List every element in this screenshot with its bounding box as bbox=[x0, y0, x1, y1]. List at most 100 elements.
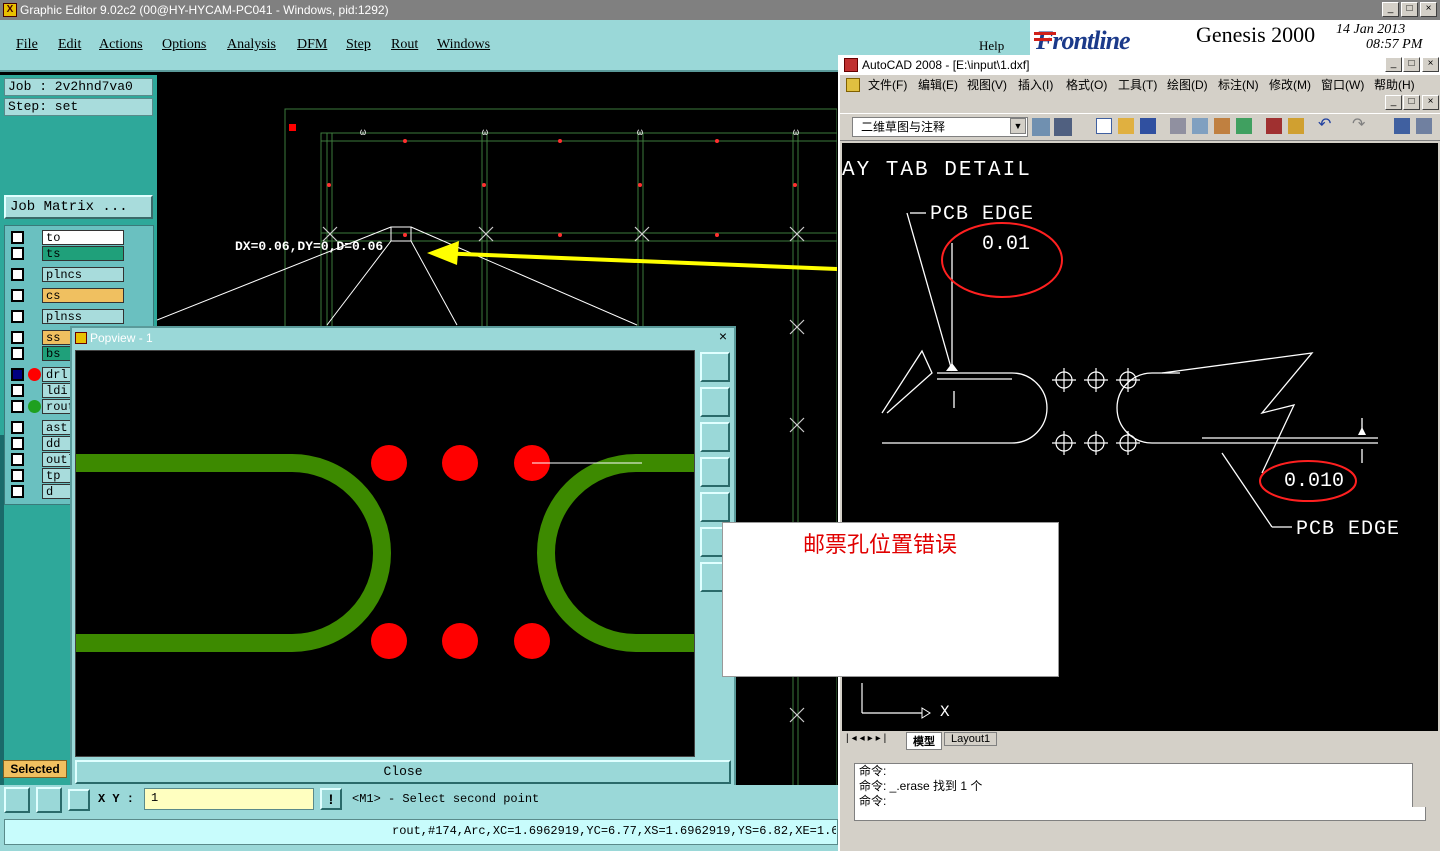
save-icon[interactable] bbox=[1140, 118, 1156, 134]
zoom-home-button[interactable] bbox=[700, 352, 730, 382]
layer-checkbox[interactable] bbox=[11, 384, 24, 397]
layer-checkbox[interactable] bbox=[11, 437, 24, 450]
brand-header: Frontline Genesis 2000 14 Jan 2013 08:57… bbox=[1030, 20, 1440, 56]
menu-rout[interactable]: Rout bbox=[391, 37, 418, 53]
layer-name[interactable]: to bbox=[42, 230, 124, 245]
menu-dfm[interactable]: DFM bbox=[297, 37, 327, 53]
design-center-icon[interactable] bbox=[1416, 118, 1432, 134]
acad-maximize-button[interactable]: □ bbox=[1403, 57, 1420, 72]
chevron-down-icon[interactable]: ▼ bbox=[1010, 118, 1026, 134]
acad-menu-format[interactable]: 格式(O) bbox=[1066, 75, 1107, 95]
acad-menu-modify[interactable]: 修改(M) bbox=[1269, 75, 1311, 95]
menu-edit[interactable]: Edit bbox=[58, 37, 81, 53]
layer-row-ts[interactable]: ts bbox=[8, 246, 126, 261]
acad-menu-insert[interactable]: 插入(I) bbox=[1018, 75, 1053, 95]
new-file-icon[interactable] bbox=[1096, 118, 1112, 134]
layer-checkbox[interactable] bbox=[11, 310, 24, 323]
acad-minimize-button[interactable]: _ bbox=[1385, 57, 1402, 72]
maximize-button[interactable]: □ bbox=[1401, 2, 1418, 17]
acad-menu-dimension[interactable]: 标注(N) bbox=[1218, 75, 1259, 95]
layer-row-cs[interactable]: cs bbox=[8, 288, 126, 303]
grid-tool-button[interactable] bbox=[68, 789, 90, 811]
undo-icon[interactable]: ↶ bbox=[1318, 117, 1334, 134]
layer-row-plncs[interactable]: plncs bbox=[8, 267, 126, 282]
menu-analysis[interactable]: Analysis bbox=[227, 37, 276, 53]
layer-name[interactable]: ts bbox=[42, 246, 124, 261]
acad-menu-tools[interactable]: 工具(T) bbox=[1118, 75, 1157, 95]
pan-right-button[interactable] bbox=[700, 492, 730, 522]
menu-help[interactable]: Help bbox=[979, 38, 1004, 54]
app-icon[interactable]: X bbox=[3, 3, 17, 17]
workspace-select[interactable]: 二维草图与注释 bbox=[852, 117, 1028, 137]
3d-dwf-icon[interactable] bbox=[1236, 118, 1252, 134]
acad-close-button[interactable]: × bbox=[1422, 57, 1439, 72]
popview-canvas[interactable] bbox=[75, 350, 696, 757]
workspace-toolbar-icon[interactable] bbox=[1054, 118, 1072, 136]
stamp-hole-zoom bbox=[76, 445, 696, 659]
acad-menu-file[interactable]: 文件(F) bbox=[868, 75, 907, 95]
layer-checkbox[interactable] bbox=[11, 469, 24, 482]
publish-icon[interactable] bbox=[1214, 118, 1230, 134]
doc-minimize-button[interactable]: _ bbox=[1385, 95, 1402, 110]
layer-checkbox[interactable] bbox=[11, 368, 24, 381]
plot-preview-icon[interactable] bbox=[1192, 118, 1208, 134]
cut-icon[interactable] bbox=[1266, 118, 1282, 134]
menu-options[interactable]: Options bbox=[162, 37, 206, 53]
xy-input[interactable]: 1 bbox=[144, 788, 314, 810]
autocad-window: AutoCAD 2008 - [E:\input\1.dxf] _ □ × 文件… bbox=[838, 55, 1440, 851]
tab-model[interactable]: 模型 bbox=[906, 732, 942, 750]
layer-row-to[interactable]: to bbox=[8, 230, 126, 245]
command-scrollbar[interactable] bbox=[1412, 763, 1426, 807]
workspace-settings-icon[interactable] bbox=[1032, 118, 1050, 136]
popview-close-icon[interactable]: × bbox=[716, 329, 730, 344]
layer-checkbox[interactable] bbox=[11, 453, 24, 466]
layer-checkbox[interactable] bbox=[11, 347, 24, 360]
command-window[interactable]: 命令: 命令: _.erase 找到 1 个 命令: bbox=[854, 763, 1426, 821]
layer-checkbox[interactable] bbox=[11, 231, 24, 244]
layer-checkbox[interactable] bbox=[11, 289, 24, 302]
tab-layout1[interactable]: Layout1 bbox=[944, 732, 998, 746]
acad-menu-help[interactable]: 帮助(H) bbox=[1374, 75, 1415, 95]
measure-tool-button[interactable] bbox=[36, 787, 62, 813]
time-label: 08:57 PM bbox=[1366, 37, 1423, 52]
print-icon[interactable] bbox=[1170, 118, 1186, 134]
layer-name[interactable]: plncs bbox=[42, 267, 124, 282]
menu-actions[interactable]: Actions bbox=[99, 37, 143, 53]
command-line-3: 命令: bbox=[859, 794, 887, 808]
pan-up-button[interactable] bbox=[700, 387, 730, 417]
acad-menu-draw[interactable]: 绘图(D) bbox=[1167, 75, 1208, 95]
pan-left-button[interactable] bbox=[700, 457, 730, 487]
match-properties-icon[interactable] bbox=[1288, 118, 1304, 134]
layer-name[interactable]: cs bbox=[42, 288, 124, 303]
properties-icon[interactable] bbox=[1394, 118, 1410, 134]
popview-close-button[interactable]: Close bbox=[75, 760, 731, 784]
acad-menu-window[interactable]: 窗口(W) bbox=[1321, 75, 1364, 95]
layer-checkbox[interactable] bbox=[11, 421, 24, 434]
snap-tool-button[interactable] bbox=[4, 787, 30, 813]
layer-checkbox[interactable] bbox=[11, 268, 24, 281]
drawing-heading: AY TAB DETAIL bbox=[842, 159, 1032, 182]
close-button[interactable]: × bbox=[1420, 2, 1437, 17]
alert-icon[interactable]: ! bbox=[320, 788, 342, 810]
acad-menu-view[interactable]: 视图(V) bbox=[967, 75, 1007, 95]
doc-close-button[interactable]: × bbox=[1422, 95, 1439, 110]
menu-step[interactable]: Step bbox=[346, 37, 371, 53]
doc-restore-button[interactable]: □ bbox=[1403, 95, 1420, 110]
layer-checkbox[interactable] bbox=[11, 485, 24, 498]
open-file-icon[interactable] bbox=[1118, 118, 1134, 134]
job-matrix-button[interactable]: Job Matrix ... bbox=[4, 195, 153, 219]
layer-row-plnss[interactable]: plnss bbox=[8, 309, 126, 324]
tab-nav-icon[interactable]: |◂◂▸▸| bbox=[846, 733, 889, 744]
layer-checkbox[interactable] bbox=[11, 331, 24, 344]
layer-checkbox[interactable] bbox=[11, 247, 24, 260]
autocad-icon bbox=[844, 58, 858, 72]
layer-checkbox[interactable] bbox=[11, 400, 24, 413]
menu-file[interactable]: File bbox=[16, 37, 38, 53]
redo-icon[interactable]: ↷ bbox=[1352, 117, 1368, 134]
layer-name[interactable]: plnss bbox=[42, 309, 124, 324]
pan-down-button[interactable] bbox=[700, 422, 730, 452]
job-field: Job : 2v2hnd7va0 bbox=[4, 78, 153, 96]
acad-menu-edit[interactable]: 编辑(E) bbox=[918, 75, 958, 95]
minimize-button[interactable]: _ bbox=[1382, 2, 1399, 17]
menu-windows[interactable]: Windows bbox=[437, 37, 490, 53]
